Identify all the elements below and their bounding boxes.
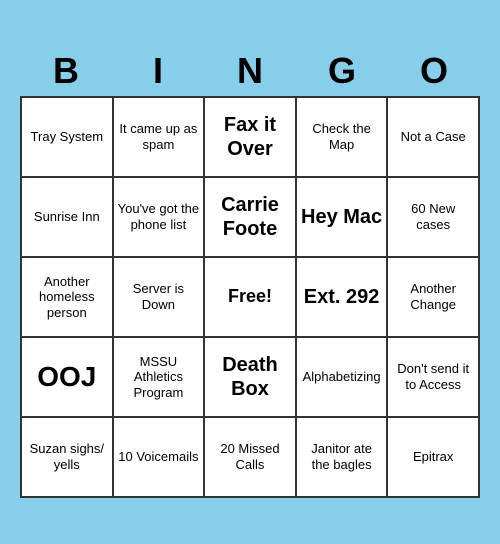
- bingo-cell-24[interactable]: Epitrax: [388, 418, 480, 498]
- bingo-cell-20[interactable]: Suzan sighs/ yells: [22, 418, 114, 498]
- bingo-cell-15[interactable]: OOJ: [22, 338, 114, 418]
- letter-g: G: [296, 46, 388, 96]
- bingo-grid: Tray SystemIt came up as spamFax it Over…: [20, 96, 480, 498]
- bingo-cell-12[interactable]: Free!: [205, 258, 297, 338]
- bingo-cell-14[interactable]: Another Change: [388, 258, 480, 338]
- bingo-cell-1[interactable]: It came up as spam: [114, 98, 206, 178]
- bingo-cell-17[interactable]: Death Box: [205, 338, 297, 418]
- bingo-header: B I N G O: [20, 46, 480, 96]
- bingo-cell-19[interactable]: Don't send it to Access: [388, 338, 480, 418]
- bingo-cell-3[interactable]: Check the Map: [297, 98, 389, 178]
- bingo-cell-6[interactable]: You've got the phone list: [114, 178, 206, 258]
- letter-n: N: [204, 46, 296, 96]
- bingo-cell-10[interactable]: Another homeless person: [22, 258, 114, 338]
- bingo-cell-0[interactable]: Tray System: [22, 98, 114, 178]
- bingo-cell-18[interactable]: Alphabetizing: [297, 338, 389, 418]
- bingo-cell-8[interactable]: Hey Mac: [297, 178, 389, 258]
- letter-i: I: [112, 46, 204, 96]
- bingo-cell-21[interactable]: 10 Voicemails: [114, 418, 206, 498]
- bingo-cell-5[interactable]: Sunrise Inn: [22, 178, 114, 258]
- bingo-cell-16[interactable]: MSSU Athletics Program: [114, 338, 206, 418]
- bingo-cell-11[interactable]: Server is Down: [114, 258, 206, 338]
- letter-o: O: [388, 46, 480, 96]
- bingo-cell-4[interactable]: Not a Case: [388, 98, 480, 178]
- bingo-cell-23[interactable]: Janitor ate the bagles: [297, 418, 389, 498]
- bingo-card: B I N G O Tray SystemIt came up as spamF…: [10, 36, 490, 508]
- letter-b: B: [20, 46, 112, 96]
- bingo-cell-22[interactable]: 20 Missed Calls: [205, 418, 297, 498]
- bingo-cell-9[interactable]: 60 New cases: [388, 178, 480, 258]
- bingo-cell-2[interactable]: Fax it Over: [205, 98, 297, 178]
- bingo-cell-7[interactable]: Carrie Foote: [205, 178, 297, 258]
- bingo-cell-13[interactable]: Ext. 292: [297, 258, 389, 338]
